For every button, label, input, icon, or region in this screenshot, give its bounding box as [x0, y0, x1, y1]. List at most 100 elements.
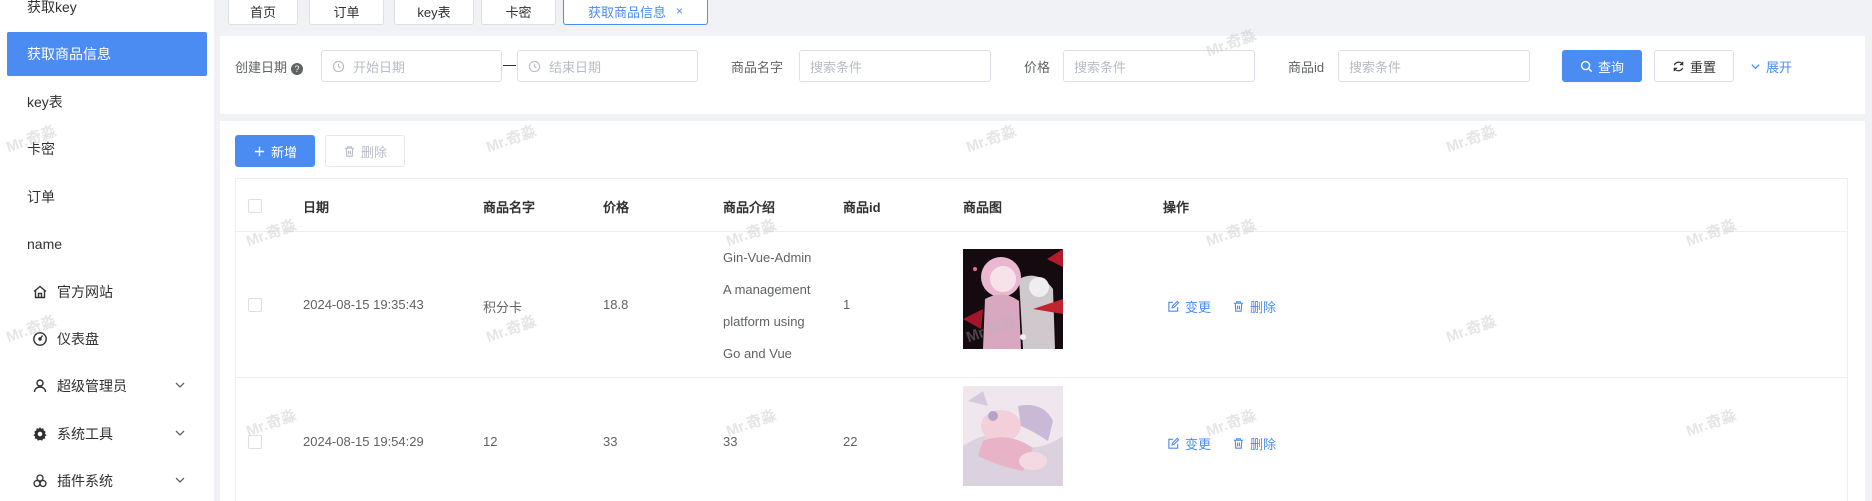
sidebar-item-label: 订单 — [27, 189, 55, 205]
end-date-placeholder: 结束日期 — [549, 59, 602, 75]
row-price: 18.8 — [603, 297, 629, 312]
refresh-icon — [1673, 61, 1684, 71]
sidebar-item-label: 系统工具 — [57, 426, 113, 442]
add-button-label: 新增 — [270, 144, 297, 160]
edit-icon — [1168, 437, 1180, 449]
row-id: 22 — [843, 434, 858, 449]
select-all-checkbox[interactable] — [248, 199, 262, 213]
column-header-price: 价格 — [603, 200, 630, 215]
close-icon[interactable]: × — [676, 4, 683, 18]
sidebar-item-system-tools[interactable]: 系统工具 — [7, 412, 207, 456]
edit-button-label: 变更 — [1185, 437, 1212, 452]
price-input[interactable]: 搜索条件 — [1063, 50, 1255, 82]
start-date-input[interactable]: 开始日期 — [321, 50, 502, 82]
column-header-date: 日期 — [303, 200, 330, 215]
sidebar-item-label: 官方网站 — [57, 284, 113, 300]
tab-order[interactable]: 订单 — [309, 0, 384, 25]
column-header-actions: 操作 — [1163, 200, 1190, 215]
sidebar-item-label: 获取商品信息 — [27, 46, 111, 62]
row-description-line: Go and Vue — [723, 346, 792, 361]
chevron-down-icon — [175, 477, 185, 483]
sidebar-item-order[interactable]: 订单 — [7, 175, 207, 219]
reset-button-label: 重置 — [1689, 59, 1716, 75]
sidebar-item-label: key表 — [27, 94, 63, 110]
start-date-placeholder: 开始日期 — [353, 59, 406, 75]
row-date: 2024-08-15 19:35:43 — [303, 297, 424, 312]
goods-id-input[interactable]: 搜索条件 — [1338, 50, 1530, 82]
end-date-input[interactable]: 结束日期 — [517, 50, 698, 82]
add-button[interactable]: 新增 — [235, 135, 315, 167]
tab-label: key表 — [417, 4, 451, 20]
goods-id-placeholder: 搜索条件 — [1349, 59, 1402, 75]
column-header-description: 商品介绍 — [723, 200, 776, 215]
row-name: 12 — [483, 434, 498, 449]
gear-icon — [31, 425, 49, 443]
batch-delete-button[interactable]: 删除 — [325, 135, 405, 167]
delete-button[interactable]: 删除 — [1232, 434, 1276, 453]
tab-home[interactable]: 首页 — [228, 0, 298, 25]
price-label: 价格 — [1024, 60, 1051, 75]
query-button-label: 查询 — [1597, 59, 1624, 75]
dashboard-icon — [31, 330, 49, 348]
sidebar-item-label: 超级管理员 — [57, 378, 127, 394]
goods-name-input[interactable]: 搜索条件 — [799, 50, 991, 82]
sidebar-item-label: 获取key — [27, 0, 77, 15]
search-icon — [1580, 60, 1593, 72]
chevron-down-icon — [175, 430, 185, 436]
tab-get-goods-info[interactable]: 获取商品信息 × — [563, 0, 708, 25]
plugin-icon — [31, 472, 49, 490]
column-header-image: 商品图 — [963, 200, 1003, 215]
row-id: 1 — [843, 297, 851, 312]
row-description-line: A management — [723, 282, 811, 297]
tab-card-secret[interactable]: 卡密 — [481, 0, 556, 25]
sidebar-item-super-admin[interactable]: 超级管理员 — [7, 364, 207, 408]
goods-name-label: 商品名字 — [731, 60, 784, 75]
user-icon — [31, 377, 49, 395]
sidebar-item-get-goods-info[interactable]: 获取商品信息 — [7, 32, 207, 76]
product-thumbnail[interactable] — [963, 386, 1063, 486]
sidebar-item-key-table[interactable]: key表 — [7, 80, 207, 124]
delete-button[interactable]: 删除 — [1232, 297, 1276, 316]
tab-label: 订单 — [333, 4, 360, 20]
date-range-separator — [503, 65, 516, 66]
reset-button[interactable]: 重置 — [1654, 50, 1734, 82]
sidebar-item-card-secret[interactable]: 卡密 — [7, 127, 207, 171]
sidebar-item-label: name — [27, 236, 63, 252]
query-button[interactable]: 查询 — [1562, 50, 1642, 82]
created-date-label: 创建日期? — [235, 57, 304, 76]
edit-icon — [1168, 300, 1180, 312]
sidebar-item-official-site[interactable]: 官方网站 — [7, 270, 207, 314]
header-divider — [236, 231, 1847, 232]
home-icon — [31, 283, 49, 301]
row-description-line: Gin-Vue-Admin — [723, 250, 812, 265]
tab-key-table[interactable]: key表 — [394, 0, 474, 25]
help-icon[interactable]: ? — [291, 62, 304, 75]
column-header-id: 商品id — [843, 200, 881, 215]
tab-label: 首页 — [249, 4, 276, 20]
row-divider — [236, 377, 1847, 378]
expand-link[interactable]: 展开 — [1750, 57, 1792, 76]
sidebar-item-dashboard[interactable]: 仪表盘 — [7, 317, 207, 361]
sidebar-item-get-key[interactable]: 获取key — [7, 0, 207, 29]
plus-icon — [254, 146, 265, 156]
trash-icon — [1233, 301, 1244, 312]
trash-icon — [344, 145, 355, 157]
delete-button-label: 删除 — [1250, 300, 1277, 315]
row-price: 33 — [603, 434, 618, 449]
sidebar: 获取key 获取商品信息 key表 卡密 订单 name 官方网站 仪表盘 超级… — [0, 0, 214, 501]
goods-table: 日期 商品名字 价格 商品介绍 商品id 商品图 操作 2024-08-15 1… — [235, 178, 1848, 501]
row-checkbox[interactable] — [248, 298, 262, 312]
delete-button-label: 删除 — [1250, 437, 1277, 452]
row-description-line: platform using — [723, 314, 805, 329]
sidebar-item-plugin-system[interactable]: 插件系统 — [7, 459, 207, 501]
edit-button[interactable]: 变更 — [1167, 297, 1211, 316]
edit-button[interactable]: 变更 — [1167, 434, 1211, 453]
sidebar-item-label: 卡密 — [27, 141, 55, 157]
chevron-down-icon — [1751, 64, 1760, 70]
goods-id-label: 商品id — [1288, 60, 1325, 75]
product-thumbnail[interactable] — [963, 249, 1063, 349]
sidebar-item-name[interactable]: name — [7, 222, 207, 266]
goods-name-placeholder: 搜索条件 — [810, 59, 863, 75]
row-checkbox[interactable] — [248, 435, 262, 449]
row-description-line: 33 — [723, 434, 738, 449]
